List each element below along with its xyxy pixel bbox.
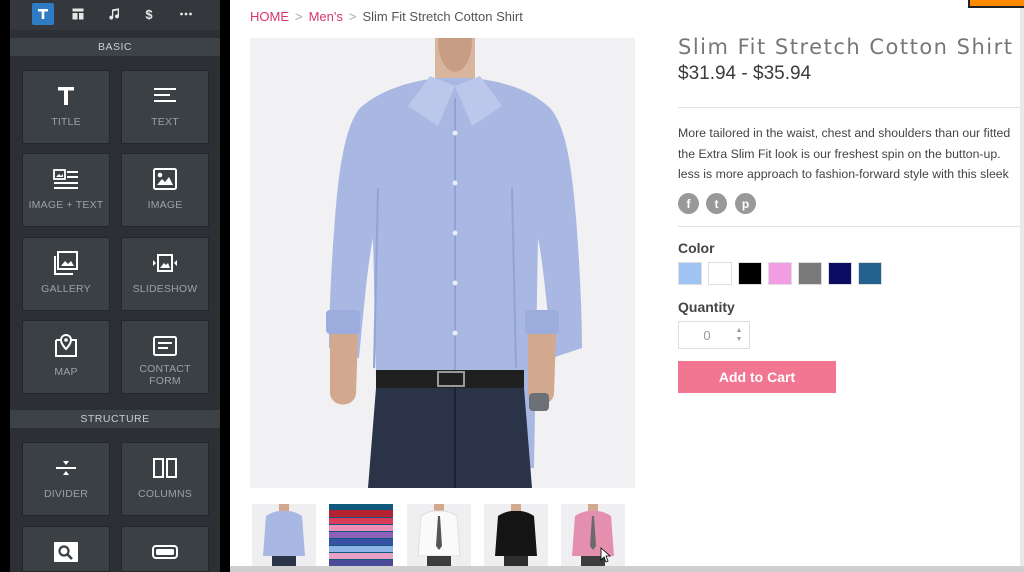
- text-lines-icon: [154, 88, 176, 102]
- color-swatch[interactable]: [678, 262, 702, 285]
- breadcrumb-home[interactable]: HOME: [250, 9, 289, 24]
- thumbnail-light-blue-shirt[interactable]: [252, 504, 316, 568]
- editor-sidebar: $ BASIC TITLE TEXT IMAGE + TEXT IMAGE GA…: [10, 0, 220, 572]
- element-slideshow-label: SLIDESHOW: [132, 283, 198, 295]
- search-icon: [54, 542, 78, 562]
- thumbnail-pink-shirt[interactable]: [561, 504, 625, 568]
- color-label: Color: [678, 240, 715, 256]
- element-columns[interactable]: COLUMNS: [121, 442, 209, 516]
- element-divider-label: DIVIDER: [44, 488, 88, 500]
- description-line: More tailored in the waist, chest and sh…: [678, 126, 1011, 140]
- slideshow-icon: [153, 254, 177, 272]
- element-map-label: MAP: [54, 366, 78, 378]
- element-button[interactable]: [121, 526, 209, 572]
- divider-icon: [56, 461, 76, 475]
- corner-tab: [968, 0, 1024, 8]
- more-icon: [180, 12, 192, 16]
- color-swatch[interactable]: [768, 262, 792, 285]
- image-icon: [153, 168, 177, 190]
- twitter-icon[interactable]: t: [706, 193, 727, 214]
- product-page: HOME > Men's > Slim Fit Stretch Cotton Shirt: [230, 0, 1024, 572]
- section-basic: BASIC: [10, 38, 220, 56]
- element-image-label: IMAGE: [147, 199, 183, 211]
- color-swatch[interactable]: [708, 262, 732, 285]
- section-structure: STRUCTURE: [10, 410, 220, 428]
- commerce-tool-button[interactable]: $: [138, 3, 160, 25]
- facebook-glyph: f: [686, 196, 691, 211]
- element-gallery[interactable]: GALLERY: [22, 237, 110, 311]
- add-to-cart-button[interactable]: Add to Cart: [678, 361, 836, 393]
- element-columns-label: COLUMNS: [138, 488, 192, 500]
- color-swatch[interactable]: [738, 262, 762, 285]
- breadcrumb-separator: >: [295, 9, 303, 24]
- element-map[interactable]: MAP: [22, 320, 110, 394]
- svg-text:$: $: [145, 7, 153, 21]
- button-icon: [152, 545, 178, 559]
- element-search[interactable]: [22, 526, 110, 572]
- element-gallery-label: GALLERY: [41, 283, 91, 295]
- breadcrumb-current: Slim Fit Stretch Cotton Shirt: [362, 9, 523, 24]
- music-icon: [109, 8, 119, 20]
- light-blue-shirt-thumbnail: [252, 504, 316, 568]
- map-pin-icon: [55, 333, 77, 357]
- product-description: More tailored in the waist, chest and sh…: [678, 123, 1024, 185]
- thumbnail-folded-shirts[interactable]: [329, 504, 393, 568]
- description-line: less is more approach to fashion-forward…: [678, 167, 1009, 181]
- dollar-icon: $: [145, 7, 153, 21]
- music-tool-button[interactable]: [103, 3, 125, 25]
- breadcrumb-mens[interactable]: Men's: [309, 9, 343, 24]
- divider: [678, 107, 1024, 108]
- element-text-label: TEXT: [151, 116, 179, 128]
- divider: [678, 226, 1024, 227]
- element-text[interactable]: TEXT: [121, 70, 209, 144]
- title-icon: [58, 87, 74, 105]
- text-icon: [38, 9, 48, 19]
- twitter-glyph: t: [714, 196, 719, 211]
- form-icon: [153, 336, 177, 356]
- text-tool-button[interactable]: [32, 3, 54, 25]
- facebook-icon[interactable]: f: [678, 193, 699, 214]
- thumbnail-black-shirt[interactable]: [484, 504, 548, 568]
- element-image-text-label: IMAGE + TEXT: [28, 199, 104, 211]
- scrollbar[interactable]: [1020, 0, 1024, 572]
- quantity-spinner-icon[interactable]: ▲ ▼: [734, 326, 744, 344]
- color-swatch[interactable]: [798, 262, 822, 285]
- image-text-icon: [53, 169, 78, 189]
- product-title: Slim Fit Stretch Cotton Shirt: [678, 35, 1014, 59]
- layout-tool-button[interactable]: [67, 3, 89, 25]
- pink-shirt-thumbnail: [561, 504, 625, 568]
- sidebar-toolbar: $: [10, 0, 220, 30]
- element-contact-form[interactable]: CONTACT FORM: [121, 320, 209, 394]
- layout-icon: [72, 8, 84, 20]
- product-main-image[interactable]: [250, 38, 635, 488]
- thumbnail-white-shirt[interactable]: [407, 504, 471, 568]
- folded-shirts-thumbnail: [329, 504, 393, 568]
- color-swatch[interactable]: [828, 262, 852, 285]
- element-slideshow[interactable]: SLIDESHOW: [121, 237, 209, 311]
- element-title[interactable]: TITLE: [22, 70, 110, 144]
- black-shirt-thumbnail: [484, 504, 548, 568]
- element-image[interactable]: IMAGE: [121, 153, 209, 227]
- pinterest-glyph: p: [741, 196, 750, 211]
- columns-icon: [153, 458, 177, 478]
- quantity-label: Quantity: [678, 299, 735, 315]
- more-tool-button[interactable]: [175, 3, 197, 25]
- breadcrumb-separator: >: [348, 9, 357, 24]
- element-title-label: TITLE: [51, 116, 81, 128]
- element-image-text[interactable]: IMAGE + TEXT: [22, 153, 110, 227]
- product-price: $31.94 - $35.94: [678, 63, 812, 84]
- element-divider[interactable]: DIVIDER: [22, 442, 110, 516]
- product-info: Slim Fit Stretch Cotton Shirt $31.94 - $…: [678, 0, 1024, 572]
- element-contact-form-label: CONTACT FORM: [139, 363, 191, 387]
- white-shirt-thumbnail: [407, 504, 471, 568]
- pinterest-icon[interactable]: p: [735, 193, 756, 214]
- bottom-bar: [230, 566, 1024, 572]
- shirt-model-photo: [250, 38, 635, 488]
- description-line: the Extra Slim Fit look is our freshest …: [678, 146, 1001, 161]
- color-swatch[interactable]: [858, 262, 882, 285]
- gallery-icon: [54, 251, 78, 275]
- breadcrumb: HOME > Men's > Slim Fit Stretch Cotton Shirt: [250, 9, 523, 24]
